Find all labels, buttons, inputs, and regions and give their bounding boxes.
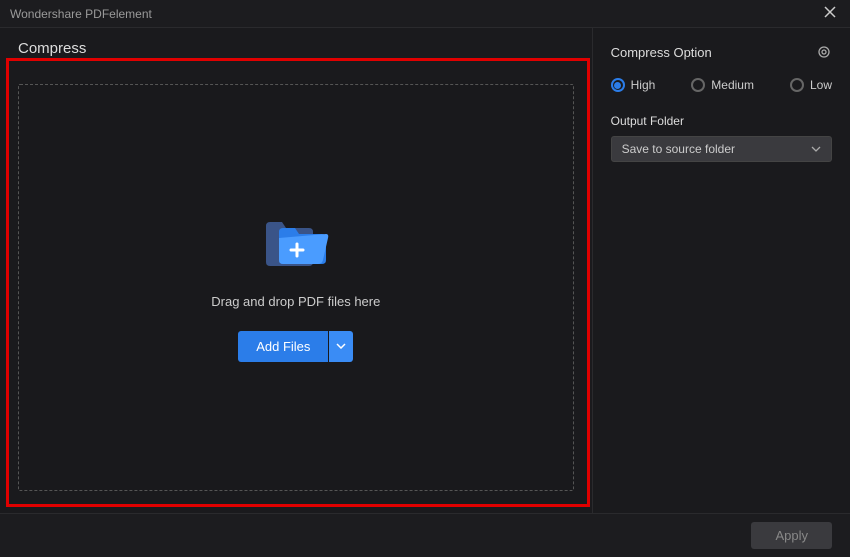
left-panel: Compress Drag and drop PDF files here Ad… xyxy=(0,28,592,513)
close-icon[interactable] xyxy=(820,5,840,23)
radio-icon xyxy=(691,78,705,92)
file-dropzone[interactable]: Drag and drop PDF files here Add Files xyxy=(18,84,574,491)
compress-level-group: High Medium Low xyxy=(611,78,832,92)
section-heading: Compress xyxy=(18,40,582,57)
radio-medium[interactable]: Medium xyxy=(691,78,754,92)
add-files-button[interactable]: Add Files xyxy=(238,331,328,362)
settings-icon[interactable] xyxy=(816,44,832,60)
add-files-group: Add Files xyxy=(238,331,353,362)
output-folder-value: Save to source folder xyxy=(622,142,735,156)
radio-label-high: High xyxy=(631,78,656,92)
options-title: Compress Option xyxy=(611,45,712,60)
add-folder-icon xyxy=(261,214,331,270)
radio-icon xyxy=(790,78,804,92)
chevron-down-icon xyxy=(336,343,346,349)
radio-high[interactable]: High xyxy=(611,78,656,92)
dropzone-hint: Drag and drop PDF files here xyxy=(211,294,380,309)
output-folder-select[interactable]: Save to source folder xyxy=(611,136,832,162)
options-panel: Compress Option High Medium Low Output F… xyxy=(592,28,850,513)
app-title: Wondershare PDFelement xyxy=(10,7,152,21)
footer: Apply xyxy=(0,513,850,557)
radio-label-medium: Medium xyxy=(711,78,754,92)
radio-label-low: Low xyxy=(810,78,832,92)
apply-button[interactable]: Apply xyxy=(751,522,832,549)
radio-low[interactable]: Low xyxy=(790,78,832,92)
add-files-dropdown-button[interactable] xyxy=(329,331,353,362)
chevron-down-icon xyxy=(811,146,821,152)
titlebar: Wondershare PDFelement xyxy=(0,0,850,28)
options-header: Compress Option xyxy=(611,44,832,60)
main-area: Compress Drag and drop PDF files here Ad… xyxy=(0,28,850,513)
output-folder-label: Output Folder xyxy=(611,114,832,128)
radio-icon-checked xyxy=(611,78,625,92)
